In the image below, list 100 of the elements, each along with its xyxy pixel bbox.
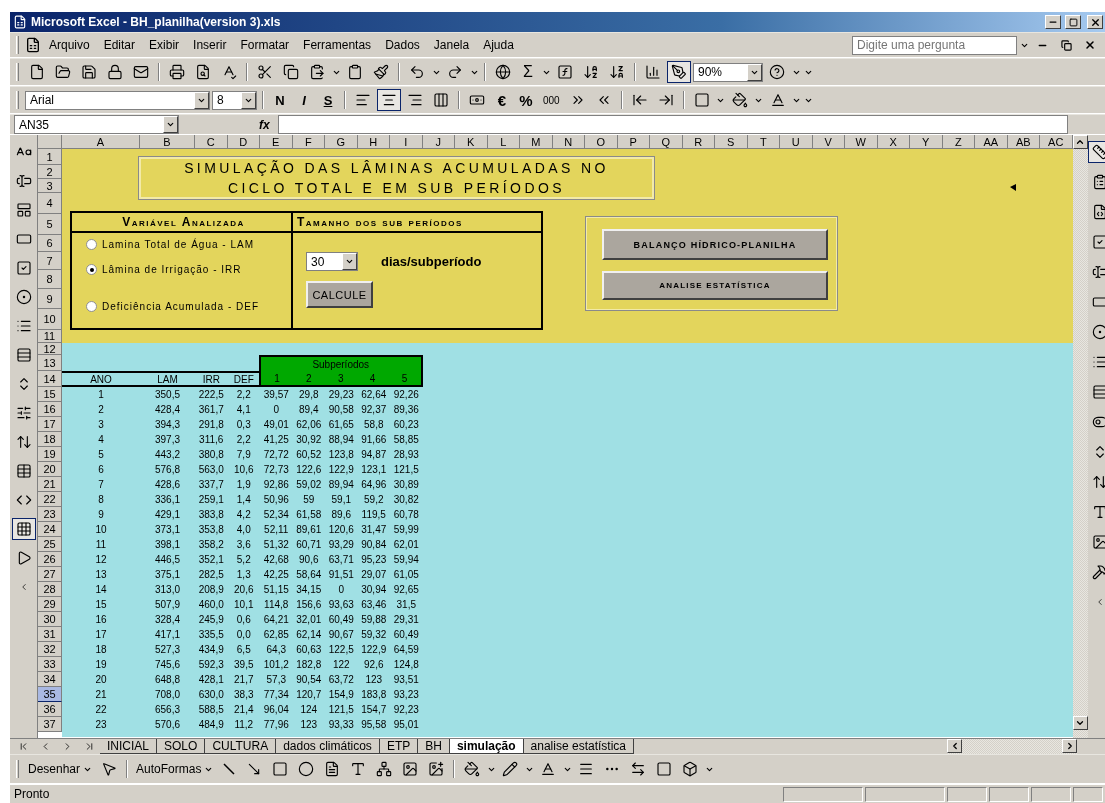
column-heading[interactable]: K (455, 135, 488, 149)
column-heading[interactable]: B (140, 135, 195, 149)
row-heading[interactable]: 24 (38, 522, 62, 537)
row-heading[interactable]: 25 (38, 537, 62, 552)
row-heading[interactable]: 3 (38, 179, 62, 193)
row-heading[interactable]: 32 (38, 642, 62, 657)
row-heading[interactable]: 1 (38, 149, 62, 165)
euro-button[interactable]: € (491, 89, 513, 111)
menu-item[interactable]: Formatar (234, 36, 296, 54)
menu-item[interactable]: Exibir (143, 36, 186, 54)
bold-button[interactable]: N (269, 89, 291, 111)
row-heading[interactable]: 12 (38, 343, 62, 355)
zoom-dropdown[interactable]: 90% (693, 62, 763, 82)
sheet-tab[interactable]: SOLO (157, 739, 206, 754)
sheet-tab[interactable]: simulação (449, 739, 524, 754)
column-heading[interactable]: O (585, 135, 618, 149)
row-heading[interactable]: 28 (38, 582, 62, 597)
column-heading[interactable]: V (812, 135, 845, 149)
thousands-separator-button[interactable]: 000 (539, 89, 564, 111)
row-heading[interactable]: 23 (38, 507, 62, 522)
column-heading[interactable]: A (62, 135, 140, 149)
row-heading[interactable]: 7 (38, 252, 62, 270)
column-heading[interactable]: N (552, 135, 585, 149)
radio-option[interactable]: Lâmina de Irrigação - IRR (86, 264, 291, 275)
menu-item[interactable]: Editar (97, 36, 142, 54)
font-dropdown[interactable]: Arial (25, 90, 210, 110)
row-heading[interactable]: 31 (38, 627, 62, 642)
column-heading[interactable]: Y (910, 135, 943, 149)
row-heading[interactable]: 2 (38, 165, 62, 179)
percent-button[interactable]: % (515, 89, 537, 111)
row-heading[interactable]: 36 (38, 702, 62, 717)
row-heading[interactable]: 5 (38, 214, 62, 235)
name-box[interactable]: AN35 (14, 115, 179, 134)
menu-item[interactable]: Inserir (187, 36, 233, 54)
column-heading[interactable]: AA (975, 135, 1008, 149)
row-heading[interactable]: 14 (38, 371, 62, 387)
row-heading[interactable]: 21 (38, 477, 62, 492)
row-heading[interactable]: 8 (38, 270, 62, 289)
column-heading[interactable]: J (422, 135, 455, 149)
radio-option[interactable]: Lamina Total de Água - LAM (86, 239, 291, 250)
row-heading[interactable]: 10 (38, 309, 62, 330)
menu-item[interactable]: Dados (379, 36, 426, 54)
column-heading[interactable]: G (325, 135, 358, 149)
column-heading[interactable]: I (390, 135, 423, 149)
column-heading[interactable]: C (195, 135, 228, 149)
navigation-button[interactable]: ANALISE ESTATÍSTICA (602, 271, 828, 300)
row-heading[interactable]: 33 (38, 657, 62, 672)
row-heading[interactable]: 34 (38, 672, 62, 687)
row-heading[interactable]: 37 (38, 717, 62, 732)
row-heading[interactable]: 35 (38, 687, 62, 702)
menu-item[interactable]: Ferramentas (297, 36, 378, 54)
column-heading[interactable]: P (617, 135, 650, 149)
column-heading[interactable]: L (487, 135, 520, 149)
autoshapes-menu-button[interactable]: AutoFormas (133, 758, 217, 780)
sheet-tab[interactable]: CULTURA (205, 739, 277, 754)
row-heading[interactable]: 15 (38, 387, 62, 402)
column-heading[interactable]: F (292, 135, 325, 149)
row-heading[interactable]: 26 (38, 552, 62, 567)
column-heading[interactable]: U (780, 135, 813, 149)
column-heading[interactable]: T (747, 135, 780, 149)
row-heading[interactable]: 30 (38, 612, 62, 627)
sheet-tab[interactable]: BH (418, 739, 450, 754)
column-heading[interactable]: H (357, 135, 390, 149)
row-heading[interactable]: 11 (38, 330, 62, 343)
column-heading[interactable]: D (227, 135, 260, 149)
row-heading[interactable]: 22 (38, 492, 62, 507)
row-heading[interactable]: 29 (38, 597, 62, 612)
column-heading[interactable]: X (877, 135, 910, 149)
sheet-tab[interactable]: dados climáticos (276, 739, 380, 754)
sheet-tab[interactable]: analise estatística (523, 739, 634, 754)
menu-item[interactable]: Ajuda (477, 36, 520, 54)
row-heading[interactable]: 9 (38, 289, 62, 309)
column-heading[interactable]: M (520, 135, 553, 149)
help-search-field[interactable]: Digite uma pergunta (852, 35, 1017, 55)
draw-menu-button[interactable]: Desenhar (25, 758, 96, 780)
font-size-dropdown[interactable]: 8 (212, 90, 257, 110)
calculate-button[interactable]: CALCULE (306, 281, 373, 308)
column-heading[interactable]: Q (650, 135, 683, 149)
row-heading[interactable]: 13 (38, 355, 62, 371)
column-heading[interactable]: Z (942, 135, 975, 149)
menu-item[interactable]: Janela (427, 36, 476, 54)
column-heading[interactable]: AB (1007, 135, 1040, 149)
period-dropdown[interactable]: 30 (306, 252, 358, 271)
row-heading[interactable]: 27 (38, 567, 62, 582)
menu-item[interactable]: Arquivo (43, 36, 96, 54)
row-heading[interactable]: 18 (38, 432, 62, 447)
sheet-tab[interactable]: INICIAL (100, 739, 157, 754)
column-heading[interactable]: AC (1040, 135, 1073, 149)
column-heading[interactable]: W (845, 135, 878, 149)
row-heading[interactable]: 6 (38, 235, 62, 252)
autosum-button[interactable]: Σ (517, 61, 539, 83)
row-heading[interactable]: 16 (38, 402, 62, 417)
underline-button[interactable]: S (317, 89, 339, 111)
column-heading[interactable]: S (715, 135, 748, 149)
column-heading[interactable]: R (682, 135, 715, 149)
italic-button[interactable]: I (293, 89, 315, 111)
row-heading[interactable]: 20 (38, 462, 62, 477)
row-heading[interactable]: 4 (38, 193, 62, 214)
radio-option[interactable]: Deficiência Acumulada - DEF (86, 301, 291, 312)
row-heading[interactable]: 19 (38, 447, 62, 462)
